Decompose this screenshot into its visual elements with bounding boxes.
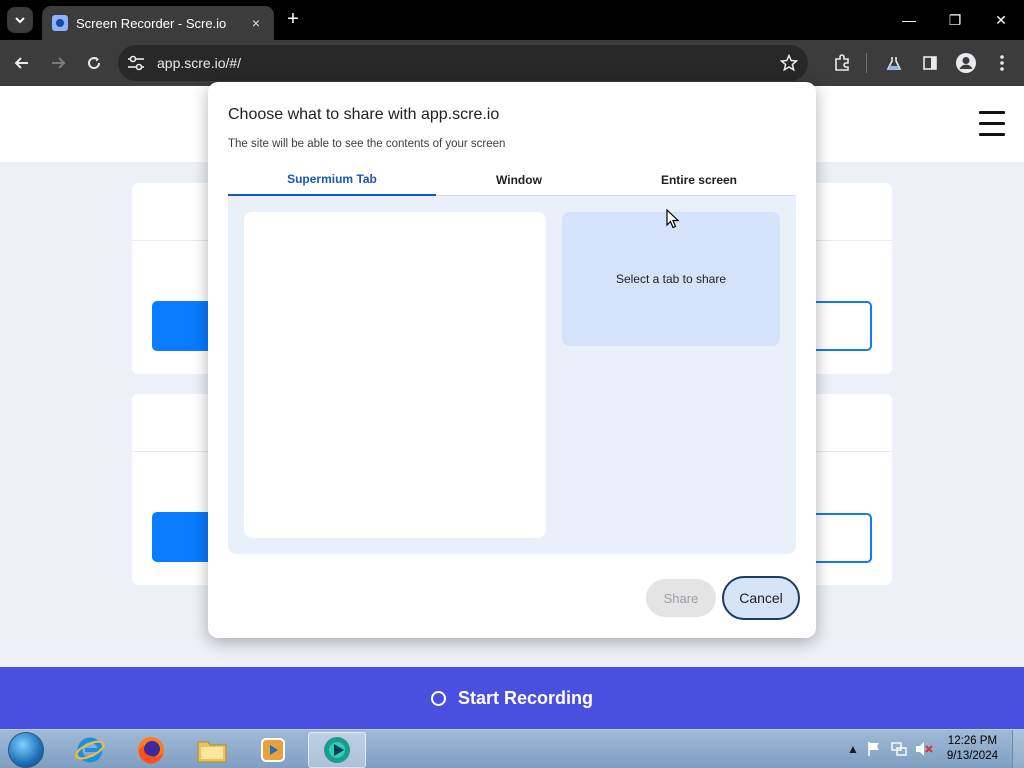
arrow-right-icon	[52, 57, 66, 69]
browser-tab[interactable]: Screen Recorder - Scre.io ×	[42, 6, 274, 40]
taskbar-firefox[interactable]	[124, 732, 178, 768]
tab-supermium-tab[interactable]: Supermium Tab	[228, 164, 436, 196]
chevron-down-icon	[15, 17, 25, 24]
reload-icon	[88, 57, 101, 70]
bookmark-star-icon[interactable]	[780, 54, 798, 72]
windows-start-icon[interactable]	[8, 732, 44, 768]
share-source-panel: Select a tab to share	[228, 196, 796, 554]
record-circle-icon	[430, 690, 446, 706]
tab-close-icon[interactable]: ×	[248, 15, 264, 31]
menu-button[interactable]	[989, 50, 1015, 76]
back-button[interactable]	[9, 50, 35, 76]
close-window-button[interactable]: ✕	[978, 0, 1024, 40]
tab-title: Screen Recorder - Scre.io	[76, 15, 227, 31]
dialog-subtitle: The site will be able to see the content…	[228, 138, 506, 150]
volume-muted-icon[interactable]	[915, 741, 933, 757]
tab-list[interactable]	[244, 212, 546, 538]
network-icon[interactable]	[891, 741, 907, 757]
share-source-tabs: Supermium Tab Window Entire screen	[228, 164, 796, 196]
taskbar-supermium-browser[interactable]	[308, 732, 366, 768]
side-panel-button[interactable]	[917, 50, 943, 76]
folder-icon	[197, 741, 227, 763]
share-screen-dialog: Choose what to share with app.scre.io Th…	[208, 82, 816, 638]
side-panel-icon	[923, 56, 937, 70]
screen-recorder-favicon-icon	[52, 15, 68, 31]
taskbar-media-player[interactable]	[246, 732, 300, 768]
start-recording-button[interactable]: Start Recording	[0, 667, 1024, 729]
tab-entire-screen[interactable]: Entire screen	[602, 164, 796, 196]
profile-avatar-icon	[956, 53, 976, 73]
action-center-flag-icon[interactable]	[867, 741, 881, 757]
site-settings-icon[interactable]	[127, 55, 145, 71]
dialog-title: Choose what to share with app.scre.io	[228, 106, 500, 123]
browser-tab-strip: Screen Recorder - Scre.io × + — ❐ ✕	[0, 0, 1024, 40]
hamburger-menu-icon[interactable]	[979, 111, 1005, 137]
share-button[interactable]: Share	[646, 579, 716, 617]
tab-window[interactable]: Window	[436, 164, 602, 196]
start-recording-label: Start Recording	[457, 687, 594, 708]
reload-button[interactable]	[81, 50, 107, 76]
show-desktop-button[interactable]	[1012, 730, 1024, 768]
more-vertical-icon	[1000, 55, 1004, 71]
extensions-button[interactable]	[829, 50, 855, 76]
new-tab-button[interactable]: +	[282, 9, 304, 31]
taskbar-clock[interactable]: 12:26 PM 9/13/2024	[947, 734, 998, 764]
tab-search-button[interactable]	[7, 7, 33, 33]
profile-button[interactable]	[953, 50, 979, 76]
share-preview: Select a tab to share	[562, 212, 780, 346]
restore-button[interactable]: ❐	[932, 0, 978, 40]
arrow-left-icon	[14, 57, 28, 69]
url-text: app.scre.io/#/	[157, 55, 242, 71]
taskbar-internet-explorer[interactable]	[63, 732, 117, 768]
taskbar-file-explorer[interactable]	[185, 732, 239, 768]
cancel-button[interactable]: Cancel	[722, 576, 800, 620]
minimize-button[interactable]: —	[886, 0, 932, 40]
tray-show-hidden-icon[interactable]: ▲	[847, 742, 859, 756]
flask-icon	[886, 57, 902, 70]
internet-explorer-icon	[75, 737, 105, 763]
mouse-cursor-icon	[666, 209, 680, 229]
supermium-browser-icon	[324, 737, 350, 763]
forward-button[interactable]	[45, 50, 71, 76]
clock-date: 9/13/2024	[946, 750, 998, 762]
windows-taskbar: ▲ 12:26 PM 9/13/2024	[0, 729, 1024, 768]
puzzle-icon	[835, 54, 849, 71]
firefox-icon	[138, 737, 164, 764]
clock-time: 12:26 PM	[947, 735, 998, 747]
preview-text: Select a tab to share	[615, 272, 727, 286]
labs-button[interactable]	[881, 50, 907, 76]
toolbar-separator	[866, 53, 867, 73]
media-player-icon	[261, 738, 285, 762]
